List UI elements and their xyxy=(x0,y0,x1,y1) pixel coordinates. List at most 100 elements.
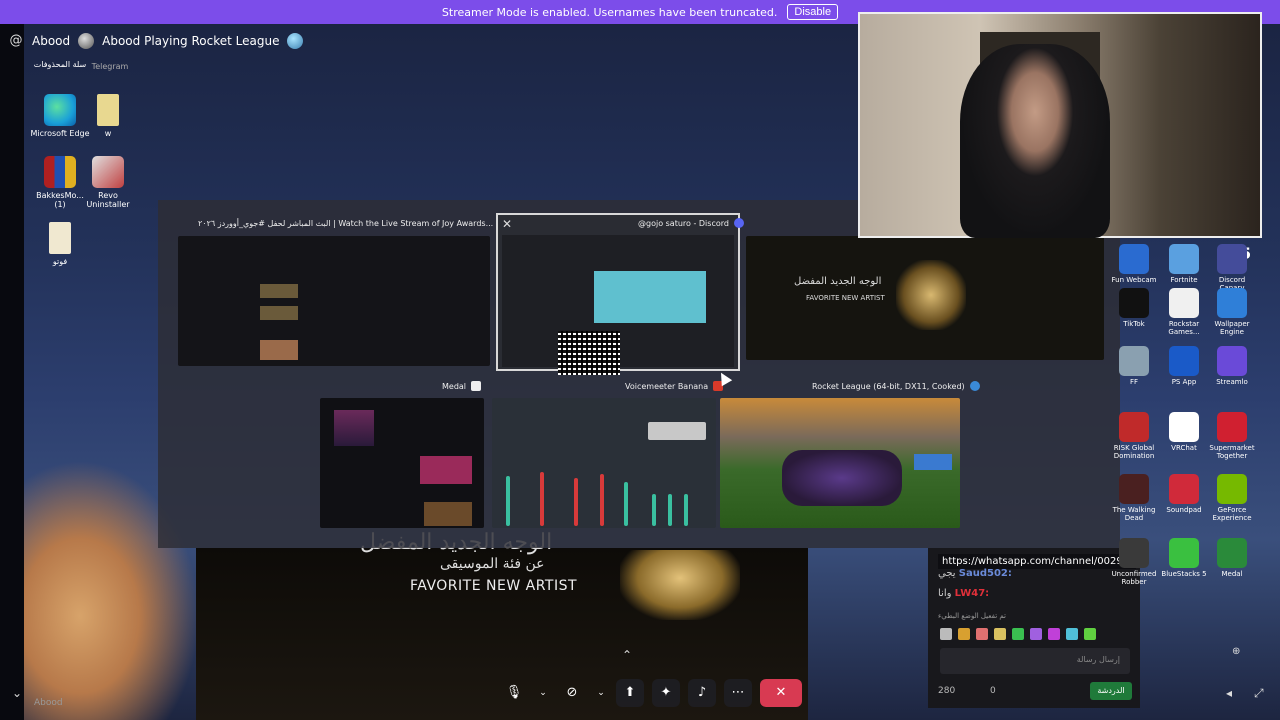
desktop-icon-bluestacks-5[interactable]: BlueStacks 5 xyxy=(1158,538,1210,578)
webcam-person xyxy=(960,44,1110,238)
chevron-down-icon[interactable]: ⌄ xyxy=(594,679,608,707)
emote-icon[interactable] xyxy=(1030,628,1042,640)
desktop-icon-tiktok[interactable]: TikTok xyxy=(1108,288,1160,328)
volume-icon[interactable]: ◂ xyxy=(1226,686,1232,700)
thumbnail-rocket-league[interactable] xyxy=(720,398,960,528)
desktop-icon-telegram[interactable]: Telegram xyxy=(80,50,140,71)
chat-input[interactable]: إرسال رسالة xyxy=(940,648,1130,674)
fullscreen-icon[interactable]: ⤢ xyxy=(1254,686,1264,701)
desktop-icon-supermarket-together[interactable]: Supermarket Together xyxy=(1206,412,1258,460)
desktop-icon-label: Medal xyxy=(1221,570,1243,578)
left-edge xyxy=(0,24,24,720)
desktop-icon-streamlo[interactable]: Streamlo xyxy=(1206,346,1258,386)
chat-username[interactable]: LW47: xyxy=(955,588,990,599)
desktop-icon-geforce-experience[interactable]: GeForce Experience xyxy=(1206,474,1258,522)
window-title-medal[interactable]: Medal xyxy=(442,381,482,391)
chevron-down-icon[interactable]: ⌄ xyxy=(12,686,22,700)
desktop-icon-label: Streamlo xyxy=(1216,378,1248,386)
desktop-icon-rockstar-games[interactable]: Rockstar Games... xyxy=(1158,288,1210,336)
window-title-rocket-league[interactable]: Rocket League (64-bit, DX11, Cooked) xyxy=(812,381,980,391)
qr-code xyxy=(558,331,620,375)
webcam-overlay xyxy=(858,12,1262,238)
desktop-icon-label: GeForce Experience xyxy=(1212,506,1252,522)
desktop-icon-label: Wallpaper Engine xyxy=(1214,320,1250,336)
rocket-league-icon xyxy=(969,381,980,391)
mixer-fader xyxy=(540,472,544,526)
chat-pinned-link[interactable]: https://whatsapp.com/channel/0029... xyxy=(938,554,1137,569)
disable-streamer-mode-button[interactable]: Disable xyxy=(787,4,839,20)
desktop-icon-label: Supermarket Together xyxy=(1209,444,1255,460)
zoom-icon[interactable]: ⊕ xyxy=(1232,646,1240,657)
thumbnail-award-stream[interactable]: الوجه الجديد المفضل FAVORITE NEW ARTIST xyxy=(746,236,1104,360)
desktop-icon-revo[interactable]: Revo Uninstaller xyxy=(78,156,138,209)
emote-icon[interactable] xyxy=(1012,628,1024,640)
mixer-fader xyxy=(506,476,510,526)
app-icon xyxy=(1217,474,1247,504)
window-title-joy-awards[interactable]: البث المباشر لحفل #جوي_أووردز ٢٠٢٦ | Wat… xyxy=(198,218,509,228)
desktop-icon-vrchat[interactable]: VRChat xyxy=(1158,412,1210,452)
desktop-icon-fun-webcam[interactable]: Fun Webcam xyxy=(1108,244,1160,284)
stream-viewer: Streamer Mode is enabled. Usernames have… xyxy=(0,0,1280,720)
thumbnail-voicemeeter[interactable] xyxy=(492,398,716,528)
app-icon xyxy=(1217,288,1247,318)
mixer-fader xyxy=(624,482,628,526)
desktop-icon-risk-global-domination[interactable]: RISK Global Domination xyxy=(1108,412,1160,460)
emote-icon[interactable] xyxy=(1048,628,1060,640)
emote-icon[interactable] xyxy=(994,628,1006,640)
desktop-icon-ff[interactable]: FF xyxy=(1108,346,1160,386)
emote-icon[interactable] xyxy=(1066,628,1078,640)
thumbnail-medal[interactable] xyxy=(320,398,484,528)
emote-icon[interactable] xyxy=(940,628,952,640)
emote-icon[interactable] xyxy=(958,628,970,640)
chat-send-button[interactable]: الدردشة xyxy=(1090,682,1132,700)
more-options-button[interactable]: ⋯ xyxy=(724,679,752,707)
header-activity[interactable]: Abood Playing Rocket League xyxy=(102,34,279,48)
chat-message-text: يجي xyxy=(938,568,956,579)
edge-icon xyxy=(44,94,76,126)
screen-share-button[interactable]: ⬆ xyxy=(616,679,644,707)
desktop-icon-the-walking-dead[interactable]: The Walking Dead xyxy=(1108,474,1160,522)
medal-icon xyxy=(471,381,482,391)
desktop-icon-ps-app[interactable]: PS App xyxy=(1158,346,1210,386)
window-discord[interactable]: ✕ @gojo saturo - Discord xyxy=(496,213,744,375)
microphone-button[interactable]: 🎙 xyxy=(500,679,528,707)
app-icon xyxy=(1217,346,1247,376)
end-stream-button[interactable]: ✕ xyxy=(760,679,802,707)
header-username[interactable]: Abood xyxy=(32,34,70,48)
app-icon xyxy=(1169,474,1199,504)
emote-icon[interactable] xyxy=(1084,628,1096,640)
mixer-fader xyxy=(574,478,578,526)
desktop-icon-wallpaper-engine[interactable]: Wallpaper Engine xyxy=(1206,288,1258,336)
desktop-icon-photo[interactable]: فوتو xyxy=(30,222,90,266)
activities-button[interactable]: ✦ xyxy=(652,679,680,707)
desktop-icon-label: RISK Global Domination xyxy=(1113,444,1155,460)
document-icon xyxy=(97,94,119,126)
desktop-icon-fortnite[interactable]: Fortnite xyxy=(1158,244,1210,284)
camera-off-button[interactable]: ⊘ xyxy=(558,679,586,707)
close-icon[interactable]: ✕ xyxy=(502,217,512,231)
banner-text: Streamer Mode is enabled. Usernames have… xyxy=(441,5,778,19)
app-icon xyxy=(1119,412,1149,442)
avatar[interactable] xyxy=(78,33,95,49)
desktop-icon-medal[interactable]: Medal xyxy=(1206,538,1258,578)
chat-username[interactable]: Saud502: xyxy=(959,568,1012,579)
mixer-display xyxy=(648,422,706,440)
chevron-down-icon[interactable]: ⌄ xyxy=(536,679,550,707)
app-icon xyxy=(1169,244,1199,274)
desktop-icon-unconfirmed-robber[interactable]: Unconfirmed Robber xyxy=(1108,538,1160,586)
soundboard-button[interactable]: ♪ xyxy=(688,679,716,707)
mixer-fader xyxy=(652,494,656,526)
emote-icon[interactable] xyxy=(976,628,988,640)
window-title-text: Voicemeeter Banana xyxy=(625,381,709,391)
app-icon xyxy=(1217,244,1247,274)
desktop-icon-discord-canary[interactable]: Discord Canary xyxy=(1206,244,1258,292)
desktop-icon-w[interactable]: w xyxy=(78,94,138,138)
chevron-up-icon[interactable]: ⌃ xyxy=(622,648,632,662)
thumbnail-video xyxy=(260,306,298,320)
viewer-count: 280 xyxy=(938,686,956,696)
trophy-image xyxy=(620,550,740,620)
window-title-voicemeeter[interactable]: Voicemeeter Banana xyxy=(625,381,724,391)
desktop-icon-soundpad[interactable]: Soundpad xyxy=(1158,474,1210,514)
thumbnail-joy-awards[interactable] xyxy=(178,236,490,366)
desktop-icon-label: w xyxy=(104,129,112,138)
